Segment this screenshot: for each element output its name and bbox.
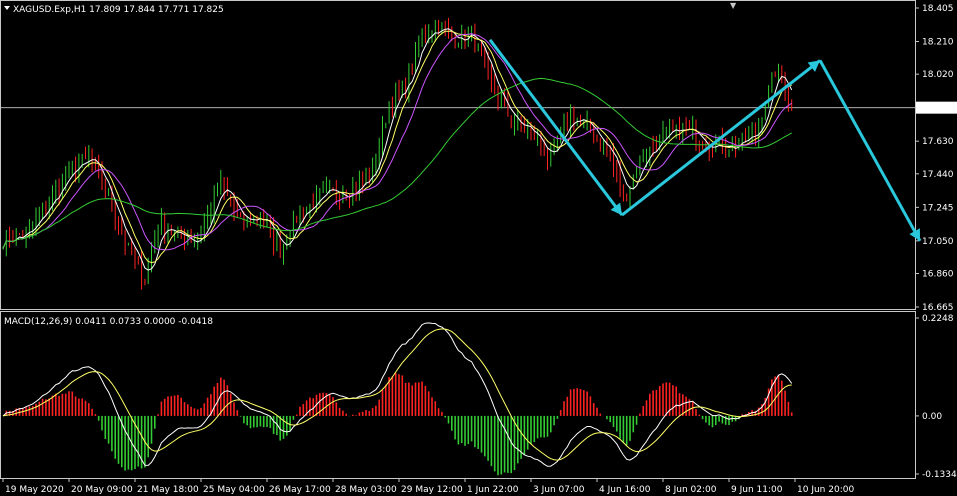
time-tick-label: 1 Jun 22:00: [467, 485, 519, 495]
chart-canvas: 18.405 18.210 18.020 17.825 17.630 17.440 17.2…: [0, 0, 957, 495]
price-tick-label: 18.020: [922, 70, 954, 80]
macd-tick-label: -0.1334: [922, 470, 957, 480]
time-tick-label: 29 May 12:00: [401, 485, 463, 495]
price-tick-label: 16.860: [922, 269, 954, 279]
trend-arrow-line[interactable]: [621, 59, 821, 217]
chevron-down-icon[interactable]: [4, 6, 10, 10]
macd-title: MACD(12,26,9) 0.0411 0.0733 0.0000 -0.04…: [4, 317, 213, 327]
time-tick-label: 20 May 09:00: [71, 485, 133, 495]
time-tick-label: 3 Jun 07:00: [533, 485, 585, 495]
price-tick-label: 18.405: [922, 4, 954, 14]
candles: [2, 17, 793, 290]
time-tick-label: 21 May 18:00: [137, 485, 199, 495]
macd-tick-label: 0.00: [922, 412, 942, 422]
trend-arrow-line[interactable]: [488, 38, 624, 216]
time-tick-label: 26 May 17:00: [269, 485, 331, 495]
price-tick-label: 16.665: [922, 303, 954, 313]
time-tick-label: 25 May 04:00: [203, 485, 265, 495]
price-y-axis: 18.405 18.210 18.020 17.825 17.630 17.440 17.2…: [915, 4, 957, 313]
time-axis: 19 May 2020 20 May 09:00 21 May 18:00 25 Ma…: [2, 478, 854, 495]
price-title-group: XAGUSD.Exp,H1 17.809 17.844 17.771 17.82…: [4, 5, 224, 15]
macd-histogram: [5, 372, 793, 476]
price-chart-title: XAGUSD.Exp,H1 17.809 17.844 17.771 17.82…: [13, 5, 224, 15]
time-tick-label: 4 Jun 16:00: [599, 485, 651, 495]
price-tick-label: 17.630: [922, 137, 954, 147]
macd-tick-label: 0.2248: [922, 314, 954, 324]
chart-shift-marker[interactable]: ▼: [730, 1, 737, 10]
price-tick-label: 17.440: [922, 170, 954, 180]
time-tick-label: 28 May 03:00: [335, 485, 397, 495]
trend-arrow-line[interactable]: [818, 59, 922, 242]
time-tick-label: 9 Jun 11:00: [731, 485, 783, 495]
price-tick-label: 17.825: [922, 104, 954, 114]
time-tick-label: 19 May 2020: [5, 485, 64, 495]
macd-y-axis: 0.2248 0.00 -0.1334: [915, 314, 957, 480]
time-tick-label: 8 Jun 02:00: [665, 485, 717, 495]
price-tick-label: 17.050: [922, 237, 954, 247]
price-tick-label: 17.245: [922, 203, 954, 213]
time-tick-label: 10 Jun 20:00: [797, 485, 854, 495]
price-tick-label: 18.210: [922, 38, 954, 48]
